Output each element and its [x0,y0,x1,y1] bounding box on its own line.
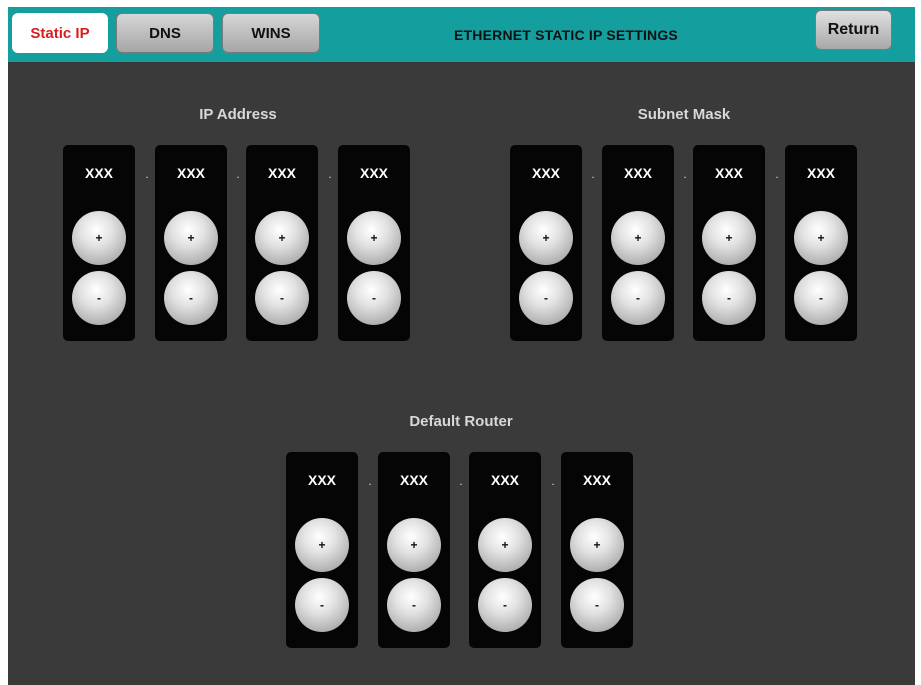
increment-button[interactable]: + [478,518,532,572]
increment-button[interactable]: + [387,518,441,572]
default-router-octet-3: XXX + - [469,452,541,648]
subnet-mask-octet-2: XXX + - [602,145,674,341]
octet-separator: . [459,474,463,488]
subnet-mask-octet-1: XXX + - [510,145,582,341]
decrement-button[interactable]: - [72,271,126,325]
octet-value: XXX [582,472,611,488]
decrement-button[interactable]: - [478,578,532,632]
octet-value: XXX [399,472,428,488]
increment-button[interactable]: + [702,211,756,265]
decrement-button[interactable]: - [611,271,665,325]
increment-button[interactable]: + [570,518,624,572]
ip-address-octet-1: XXX + - [63,145,135,341]
increment-button[interactable]: + [72,211,126,265]
decrement-button[interactable]: - [295,578,349,632]
increment-button[interactable]: + [347,211,401,265]
decrement-button[interactable]: - [347,271,401,325]
ip-address-octet-2: XXX + - [155,145,227,341]
decrement-button[interactable]: - [387,578,441,632]
tab-wins[interactable]: WINS [222,13,320,53]
decrement-button[interactable]: - [794,271,848,325]
octet-value: XXX [84,165,113,181]
top-bar: Static IP DNS WINS ETHERNET STATIC IP SE… [8,7,915,62]
octet-value: XXX [531,165,560,181]
default-router-octet-2: XXX + - [378,452,450,648]
increment-button[interactable]: + [611,211,665,265]
decrement-button[interactable]: - [702,271,756,325]
octet-value: XXX [359,165,388,181]
octet-value: XXX [714,165,743,181]
ip-address-octet-4: XXX + - [338,145,410,341]
decrement-button[interactable]: - [164,271,218,325]
octet-value: XXX [806,165,835,181]
default-router-octet-4: XXX + - [561,452,633,648]
octet-separator: . [551,474,555,488]
octet-separator: . [145,167,149,181]
subnet-mask-octet-4: XXX + - [785,145,857,341]
page-title: ETHERNET STATIC IP SETTINGS [454,26,678,43]
increment-button[interactable]: + [794,211,848,265]
tab-dns[interactable]: DNS [116,13,214,53]
default-router-label: Default Router [409,413,513,430]
octet-separator: . [236,167,240,181]
subnet-mask-label: Subnet Mask [637,106,731,123]
increment-button[interactable]: + [255,211,309,265]
octet-value: XXX [490,472,519,488]
octet-value: XXX [267,165,296,181]
ip-address-label: IP Address [199,106,277,123]
tab-static-ip[interactable]: Static IP [12,13,108,53]
increment-button[interactable]: + [295,518,349,572]
increment-button[interactable]: + [519,211,573,265]
octet-separator: . [328,167,332,181]
return-button[interactable]: Return [815,10,892,50]
increment-button[interactable]: + [164,211,218,265]
octet-value: XXX [176,165,205,181]
octet-separator: . [591,167,595,181]
octet-separator: . [368,474,372,488]
ip-address-octet-3: XXX + - [246,145,318,341]
octet-separator: . [775,167,779,181]
screen: Static IP DNS WINS ETHERNET STATIC IP SE… [8,7,915,685]
decrement-button[interactable]: - [570,578,624,632]
default-router-octet-1: XXX + - [286,452,358,648]
octet-separator: . [683,167,687,181]
octet-value: XXX [307,472,336,488]
subnet-mask-octet-3: XXX + - [693,145,765,341]
decrement-button[interactable]: - [519,271,573,325]
decrement-button[interactable]: - [255,271,309,325]
octet-value: XXX [623,165,652,181]
